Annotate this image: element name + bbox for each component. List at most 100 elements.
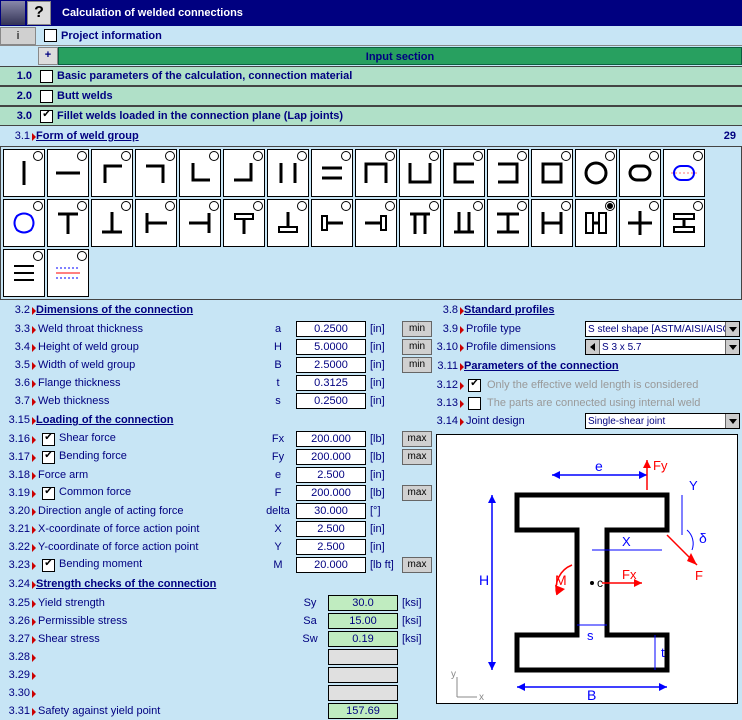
- profile-type-select[interactable]: S steel shape [ASTM/AISI/AISC]: [585, 321, 740, 337]
- value-input[interactable]: 200.000: [296, 449, 366, 465]
- value-input[interactable]: 200.000: [296, 485, 366, 501]
- weld-option[interactable]: [531, 199, 573, 247]
- weld-option[interactable]: [267, 199, 309, 247]
- svg-text:x: x: [479, 692, 484, 703]
- effective-length-cb[interactable]: [468, 379, 481, 392]
- weld-option[interactable]: [135, 199, 177, 247]
- value-input[interactable]: 30.000: [296, 503, 366, 519]
- joint-design-select[interactable]: Single-shear joint: [585, 413, 740, 429]
- row-checkbox[interactable]: [42, 433, 55, 446]
- params-head: 3.11 Parameters of the connection: [432, 356, 742, 376]
- app-header: ? Calculation of welded connections: [0, 0, 742, 26]
- weld-option[interactable]: [3, 149, 45, 197]
- info-tab[interactable]: i: [0, 27, 36, 45]
- svg-text:Fy: Fy: [653, 458, 668, 473]
- value-input[interactable]: 0.2500: [296, 393, 366, 409]
- weld-option[interactable]: [223, 199, 265, 247]
- value-input[interactable]: 0.2500: [296, 321, 366, 337]
- loading-head: 3.15 Loading of the connection: [0, 410, 432, 430]
- param-row: 3.18 Force arme2.500[in]: [0, 466, 432, 484]
- weld-option[interactable]: [487, 149, 529, 197]
- value-input[interactable]: 2.500: [296, 539, 366, 555]
- param-row: 3.31Safety against yield point157.69: [0, 702, 432, 720]
- weld-option[interactable]: [47, 199, 89, 247]
- svg-text:M: M: [555, 572, 567, 588]
- project-info-checkbox[interactable]: [44, 29, 57, 42]
- weld-option[interactable]: [91, 149, 133, 197]
- weld-option[interactable]: [575, 149, 617, 197]
- help-button[interactable]: ?: [27, 1, 51, 25]
- selected-weld-radio: [605, 201, 615, 211]
- param-row: 3.22 Y-coordinate of force action pointY…: [0, 538, 432, 556]
- weld-option[interactable]: [531, 149, 573, 197]
- weld-option[interactable]: [3, 249, 45, 297]
- max-button[interactable]: max: [402, 449, 432, 465]
- max-button[interactable]: max: [402, 485, 432, 501]
- form-row: 3.1 Form of weld group 29: [0, 126, 742, 146]
- value-input[interactable]: 0.3125: [296, 375, 366, 391]
- value-input[interactable]: 200.000: [296, 431, 366, 447]
- weld-option[interactable]: [487, 199, 529, 247]
- app-icon[interactable]: [1, 1, 25, 25]
- max-button[interactable]: max: [402, 431, 432, 447]
- svg-text:H: H: [479, 572, 489, 588]
- value-input[interactable]: 2.500: [296, 467, 366, 483]
- input-section-label: Input section: [58, 47, 742, 65]
- section-1-checkbox[interactable]: [40, 70, 53, 83]
- weld-option[interactable]: [663, 199, 705, 247]
- weld-option[interactable]: [663, 149, 705, 197]
- weld-option[interactable]: [619, 149, 661, 197]
- weld-option[interactable]: [267, 149, 309, 197]
- value-input: 157.69: [328, 703, 398, 719]
- param-row: 3.16Shear forceFx200.000[lb]max: [0, 430, 432, 448]
- expand-button[interactable]: +: [38, 47, 58, 65]
- svg-text:t: t: [661, 645, 665, 660]
- weld-option[interactable]: [223, 149, 265, 197]
- section-3-checkbox[interactable]: [40, 110, 53, 123]
- value-input[interactable]: 5.0000: [296, 339, 366, 355]
- weld-option[interactable]: [399, 199, 441, 247]
- weld-option[interactable]: [443, 149, 485, 197]
- param-row: 3.6Flange thicknesst0.3125[in]: [0, 374, 432, 392]
- value-input[interactable]: 2.500: [296, 521, 366, 537]
- weld-option[interactable]: [355, 149, 397, 197]
- weld-option[interactable]: [47, 249, 89, 297]
- input-section-row: + Input section: [0, 46, 742, 66]
- internal-weld-cb[interactable]: [468, 397, 481, 410]
- row-checkbox[interactable]: [42, 487, 55, 500]
- weld-option[interactable]: [355, 199, 397, 247]
- weld-option[interactable]: [619, 199, 661, 247]
- svg-text:X: X: [622, 534, 631, 549]
- min-button[interactable]: min: [402, 357, 432, 373]
- weld-option[interactable]: [179, 149, 221, 197]
- section-2[interactable]: 2.0 Butt welds: [0, 86, 742, 106]
- weld-option[interactable]: [311, 149, 353, 197]
- value-input[interactable]: 2.5000: [296, 357, 366, 373]
- section-1[interactable]: 1.0 Basic parameters of the calculation,…: [0, 66, 742, 86]
- param-row: 3.4Height of weld groupH5.0000[in]min: [0, 338, 432, 356]
- weld-option[interactable]: [135, 149, 177, 197]
- value-input[interactable]: 20.000: [296, 557, 366, 573]
- section-3[interactable]: 3.0 Fillet welds loaded in the connectio…: [0, 106, 742, 126]
- value-input: [328, 685, 398, 701]
- weld-option[interactable]: [3, 199, 45, 247]
- section-2-checkbox[interactable]: [40, 90, 53, 103]
- weld-option[interactable]: [575, 199, 617, 247]
- weld-option[interactable]: [179, 199, 221, 247]
- project-info-label: Project information: [61, 30, 162, 42]
- svg-text:Y: Y: [689, 478, 698, 493]
- svg-text:δ: δ: [699, 530, 707, 546]
- weld-option[interactable]: [399, 149, 441, 197]
- min-button[interactable]: min: [402, 321, 432, 337]
- min-button[interactable]: min: [402, 339, 432, 355]
- profile-dim-select[interactable]: S 3 x 5.7: [585, 339, 740, 355]
- weld-option[interactable]: [311, 199, 353, 247]
- param-row: 3.29: [0, 666, 432, 684]
- row-checkbox[interactable]: [42, 559, 55, 572]
- max-button[interactable]: max: [402, 557, 432, 573]
- weld-option[interactable]: [91, 199, 133, 247]
- param-row: 3.26Permissible stressSa15.00[ksi]: [0, 612, 432, 630]
- row-checkbox[interactable]: [42, 451, 55, 464]
- weld-option[interactable]: [47, 149, 89, 197]
- weld-option[interactable]: [443, 199, 485, 247]
